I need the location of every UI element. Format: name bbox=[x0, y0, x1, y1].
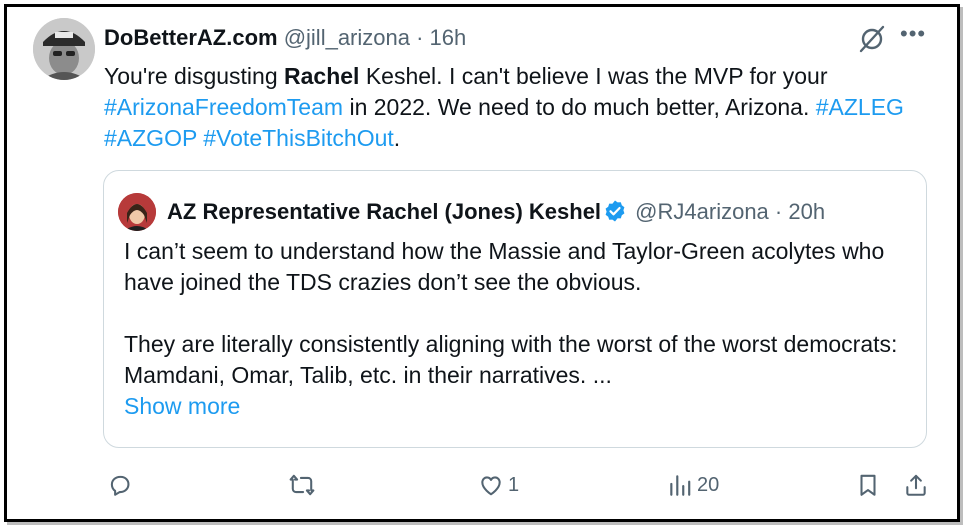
grok-icon[interactable] bbox=[858, 25, 886, 53]
text-segment: in 2022. We need to do much better, Ariz… bbox=[343, 94, 816, 120]
quoted-paragraph: They are literally consistently aligning… bbox=[124, 331, 898, 388]
like-icon bbox=[481, 476, 501, 496]
verified-icon bbox=[605, 200, 625, 222]
reply-icon bbox=[110, 475, 130, 496]
reply-button[interactable] bbox=[107, 470, 137, 500]
text-bold: Rachel bbox=[284, 63, 360, 89]
repost-icon bbox=[289, 474, 315, 496]
quoted-display-name[interactable]: AZ Representative Rachel (Jones) Keshel bbox=[167, 199, 601, 224]
display-name[interactable]: DoBetterAZ.com bbox=[104, 25, 278, 50]
hashtag-link[interactable]: #AZLEG bbox=[816, 94, 904, 120]
separator: · bbox=[409, 25, 430, 50]
views-button[interactable]: 20 bbox=[667, 470, 719, 500]
tweet-text: You're disgusting Rachel Keshel. I can't… bbox=[104, 61, 924, 154]
quoted-timestamp[interactable]: 20h bbox=[788, 199, 825, 224]
quoted-text: I can’t seem to understand how the Massi… bbox=[124, 236, 914, 422]
views-icon bbox=[670, 475, 691, 496]
text-segment: Keshel. I can't believe I was the MVP fo… bbox=[359, 63, 828, 89]
hashtag-link[interactable]: #VoteThisBitchOut bbox=[203, 125, 394, 151]
quoted-avatar[interactable] bbox=[118, 193, 156, 231]
more-icon[interactable]: ••• bbox=[900, 21, 926, 47]
quoted-handle[interactable]: @RJ4arizona bbox=[635, 199, 769, 224]
quoted-avatar-image bbox=[118, 193, 156, 231]
hashtag-link[interactable]: #ArizonaFreedomTeam bbox=[104, 94, 343, 120]
bookmark-button[interactable] bbox=[855, 470, 881, 500]
repost-button[interactable] bbox=[289, 470, 319, 500]
tweet-header: DoBetterAZ.com @jill_arizona · 16h bbox=[104, 23, 466, 53]
avatar-image bbox=[33, 18, 95, 80]
separator: · bbox=[768, 199, 789, 224]
user-handle[interactable]: @jill_arizona bbox=[284, 25, 410, 50]
quoted-header: AZ Representative Rachel (Jones) Keshel … bbox=[167, 197, 825, 227]
text-segment: You're disgusting bbox=[104, 63, 285, 89]
show-more-link[interactable]: Show more bbox=[124, 391, 914, 422]
like-button[interactable]: 1 bbox=[478, 470, 519, 500]
timestamp[interactable]: 16h bbox=[430, 25, 467, 50]
quoted-paragraph: I can’t seem to understand how the Massi… bbox=[124, 238, 885, 295]
hashtag-link[interactable]: #AZGOP bbox=[104, 125, 197, 151]
like-count: 1 bbox=[508, 473, 520, 496]
avatar[interactable] bbox=[33, 18, 95, 80]
views-count: 20 bbox=[697, 473, 720, 496]
text-segment: . bbox=[393, 125, 401, 151]
bookmark-icon bbox=[860, 474, 876, 496]
tweet-card: DoBetterAZ.com @jill_arizona · 16h ••• Y… bbox=[4, 4, 960, 522]
share-button[interactable] bbox=[903, 470, 929, 500]
share-icon bbox=[906, 474, 926, 496]
quoted-tweet[interactable]: AZ Representative Rachel (Jones) Keshel … bbox=[103, 170, 927, 448]
